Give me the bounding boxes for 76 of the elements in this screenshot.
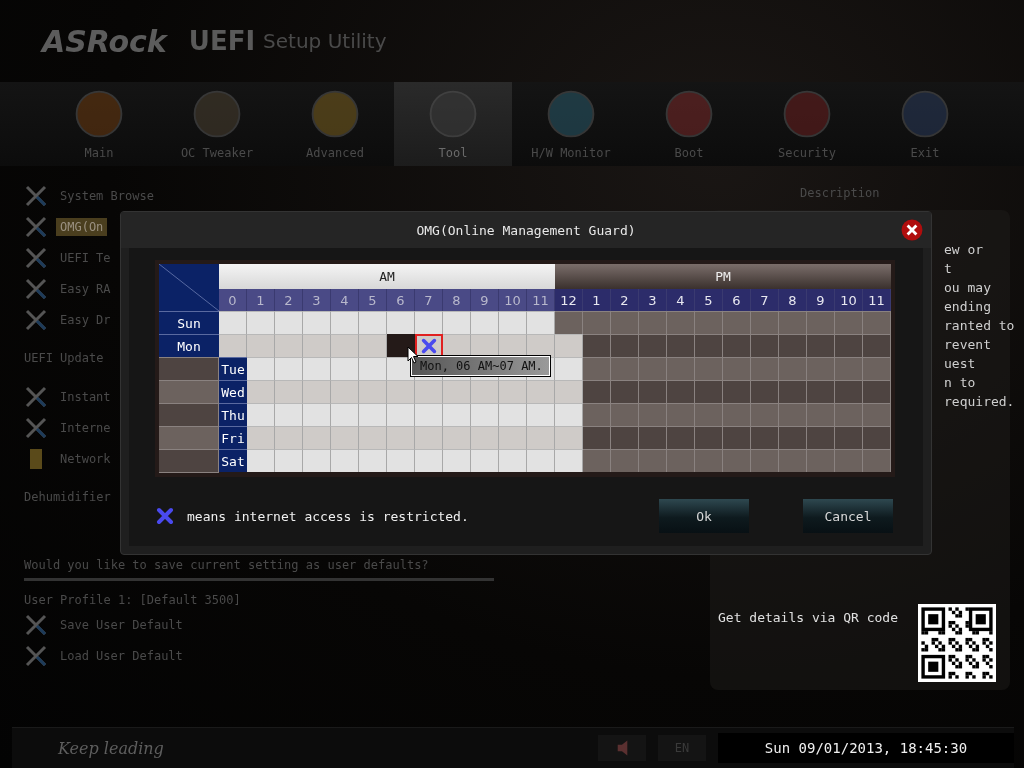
ok-button[interactable]: Ok	[659, 499, 749, 533]
description-text: t	[944, 260, 952, 278]
hour-header: 1	[247, 289, 275, 311]
hour-header: 5	[359, 289, 387, 311]
description-text: ou may	[944, 279, 991, 297]
hour-header: 4	[331, 289, 359, 311]
slogan-text: Keep leading	[58, 738, 164, 758]
section-heading: UEFI Update	[24, 351, 104, 365]
sidebar-item[interactable]: Easy RA	[56, 279, 115, 298]
day-header: Sun	[159, 311, 219, 334]
description-title: Description	[800, 186, 881, 200]
hour-header: 11	[863, 289, 891, 311]
hour-header: 3	[303, 289, 331, 311]
hour-header: 1	[583, 289, 611, 311]
hour-header: 4	[667, 289, 695, 311]
day-header: Sat	[219, 449, 247, 472]
profile-label: User Profile 1: [Default 3500]	[24, 593, 242, 607]
description-text: revent	[944, 336, 991, 354]
nav-tab[interactable]: Main	[40, 82, 158, 166]
nav-tab[interactable]: Advanced	[276, 82, 394, 166]
description-text: n to	[944, 374, 976, 392]
hour-header: 6	[387, 289, 415, 311]
hour-header: 8	[779, 289, 807, 311]
hour-header: 9	[471, 289, 499, 311]
nav-tab[interactable]: Boot	[630, 82, 748, 166]
sidebar-item[interactable]: Interne	[56, 418, 115, 437]
day-header: Wed	[219, 380, 247, 403]
sidebar-item[interactable]: OMG(On	[56, 217, 108, 236]
dialog-title: OMG(Online Management Guard)	[416, 222, 636, 238]
day-header: Tue	[219, 357, 247, 380]
description-text: ranted to	[944, 317, 1015, 335]
qr-caption: Get details via QR code	[718, 610, 898, 625]
description-text: required.	[944, 393, 1015, 411]
hour-header: 11	[527, 289, 555, 311]
hour-header: 12	[555, 289, 583, 311]
hour-header: 5	[695, 289, 723, 311]
pm-header: PM	[555, 264, 891, 289]
tooltip: Mon, 06 AM~07 AM.	[411, 356, 550, 376]
nav-tab[interactable]: H/W Monitor	[512, 82, 630, 166]
save-prompt: Would you like to save current setting as user defaults?	[24, 558, 430, 572]
day-header: Fri	[219, 426, 247, 449]
hour-header: 10	[499, 289, 527, 311]
brand-logo: ASRock	[42, 23, 167, 59]
product-subtitle: Setup Utility	[263, 29, 387, 53]
product-title: UEFI	[188, 26, 256, 56]
hour-header: 6	[723, 289, 751, 311]
hour-header: 2	[275, 289, 303, 311]
profile-action[interactable]: Save User Default	[56, 615, 187, 634]
profile-action[interactable]: Load User Default	[56, 646, 187, 665]
sidebar-item[interactable]: Network	[56, 449, 115, 468]
description-text: ew or	[944, 241, 984, 259]
nav-tab[interactable]: Tool	[394, 82, 512, 166]
nav-tab[interactable]: Security	[748, 82, 866, 166]
hour-header: 3	[639, 289, 667, 311]
cancel-button[interactable]: Cancel	[803, 499, 893, 533]
nav-tab[interactable]: Exit	[866, 82, 984, 166]
legend-text: means internet access is restricted.	[187, 508, 469, 524]
am-header: AM	[219, 264, 555, 289]
hour-header: 8	[443, 289, 471, 311]
sidebar-item[interactable]: UEFI Te	[56, 248, 115, 267]
description-text: uest	[944, 355, 976, 373]
description-text: ending	[944, 298, 991, 316]
day-header: Thu	[219, 403, 247, 426]
hour-header: 0	[219, 289, 247, 311]
day-header: Mon	[159, 334, 219, 357]
hour-header: 2	[611, 289, 639, 311]
hour-header: 7	[415, 289, 443, 311]
sidebar-item[interactable]: Instant	[56, 387, 115, 406]
sidebar-item[interactable]: Easy Dr	[56, 310, 115, 329]
date-time: Sun 09/01/2013, 18:45:30	[718, 733, 1014, 763]
section-heading: Dehumidifier	[24, 490, 111, 504]
sidebar-item[interactable]: System Browse	[56, 186, 158, 205]
nav-tab[interactable]: OC Tweaker	[158, 82, 276, 166]
hour-header: 9	[807, 289, 835, 311]
hour-header: 10	[835, 289, 863, 311]
hour-header: 7	[751, 289, 779, 311]
